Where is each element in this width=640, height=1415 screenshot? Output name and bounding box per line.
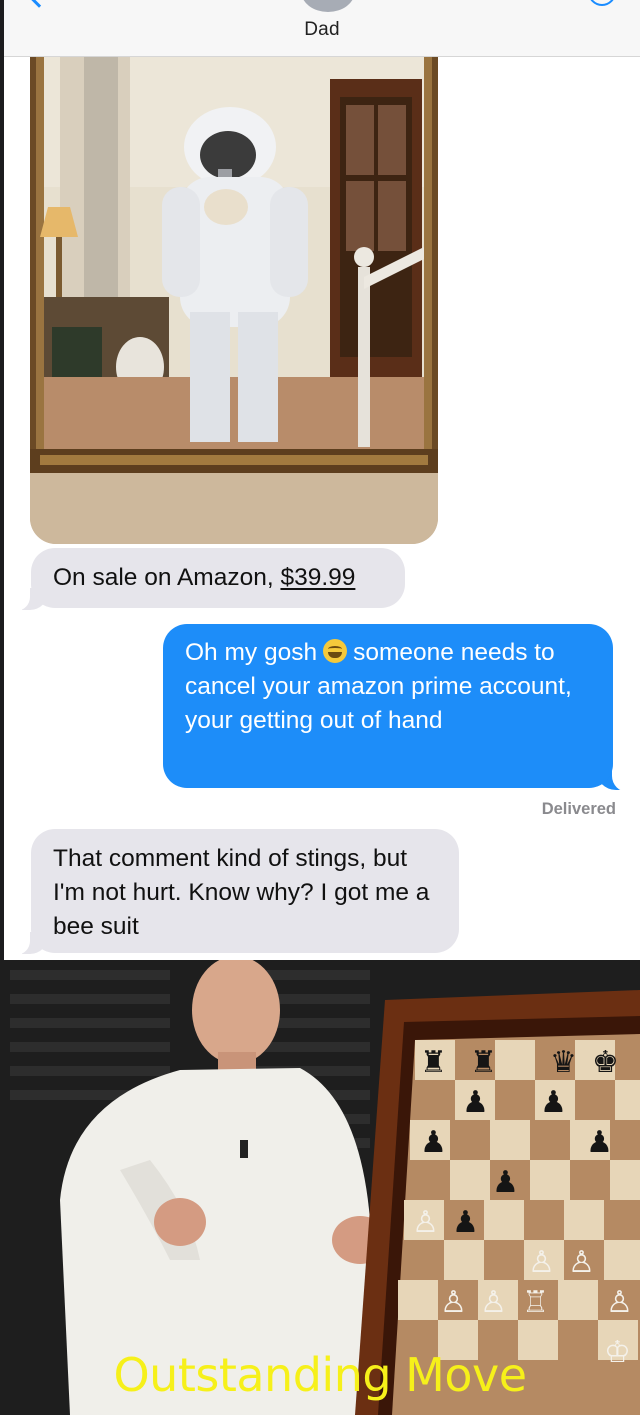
messages-thread: Dad On sale on Amazon, $39.99 Oh my gosh…: [0, 0, 640, 960]
black-pawn-icon: ♟: [492, 1165, 519, 1200]
white-pawn-icon: ♙: [606, 1285, 633, 1320]
black-pawn-icon: ♟: [452, 1205, 479, 1240]
black-king-icon: ♚: [592, 1045, 619, 1080]
white-pawn-icon: ♙: [412, 1205, 439, 1240]
black-pawn-icon: ♟: [420, 1125, 447, 1160]
photo-attachment[interactable]: [30, 57, 438, 544]
white-pawn-icon: ♙: [440, 1285, 467, 1320]
price-link[interactable]: $39.99: [280, 564, 355, 591]
delivery-status: Delivered: [541, 800, 616, 818]
message-text: On sale on Amazon,: [53, 564, 281, 591]
white-pawn-icon: ♙: [480, 1285, 507, 1320]
incoming-message-bubble[interactable]: That comment kind of stings, but I'm not…: [31, 829, 459, 953]
meme-caption: Outstanding Move: [113, 1348, 527, 1402]
message-text: Oh my gosh: [185, 639, 318, 666]
message-text: That comment kind of stings, but I'm not…: [53, 845, 430, 940]
white-pawn-icon: ♙: [528, 1245, 555, 1280]
black-pawn-icon: ♟: [462, 1085, 489, 1120]
outgoing-message-bubble[interactable]: Oh my gosh someone needs to cancel your a…: [163, 624, 613, 788]
back-chevron-icon[interactable]: [26, 0, 52, 8]
black-rook-icon: ♜: [470, 1045, 497, 1080]
contact-name[interactable]: Dad: [4, 19, 640, 41]
banister: [358, 267, 370, 447]
meme-scene: ♜ ♜ ♛ ♚ ♟ ♟ ♟ ♟ ♟ ♟ ♙ ♙ ♙ ♙ ♙ ♖ ♙ ♔: [0, 960, 640, 1415]
white-rook-icon: ♖: [522, 1285, 549, 1320]
info-icon[interactable]: [588, 0, 616, 6]
screen-edge: [0, 0, 4, 960]
black-rook-icon: ♜: [420, 1045, 447, 1080]
black-queen-icon: ♛: [550, 1045, 577, 1080]
black-pawn-icon: ♟: [540, 1085, 567, 1120]
black-pawn-icon: ♟: [586, 1125, 613, 1160]
grinning-sweat-emoji: [323, 639, 348, 663]
contact-avatar[interactable]: [301, 0, 355, 12]
mirror-selfie-photo: [30, 57, 438, 544]
conversation-header: Dad: [4, 0, 640, 57]
incoming-message-bubble[interactable]: On sale on Amazon, $39.99: [31, 548, 405, 608]
white-pawn-icon: ♙: [568, 1245, 595, 1280]
reaction-meme: ♜ ♜ ♛ ♚ ♟ ♟ ♟ ♟ ♟ ♟ ♙ ♙ ♙ ♙ ♙ ♖ ♙ ♔ Outs…: [0, 960, 640, 1415]
